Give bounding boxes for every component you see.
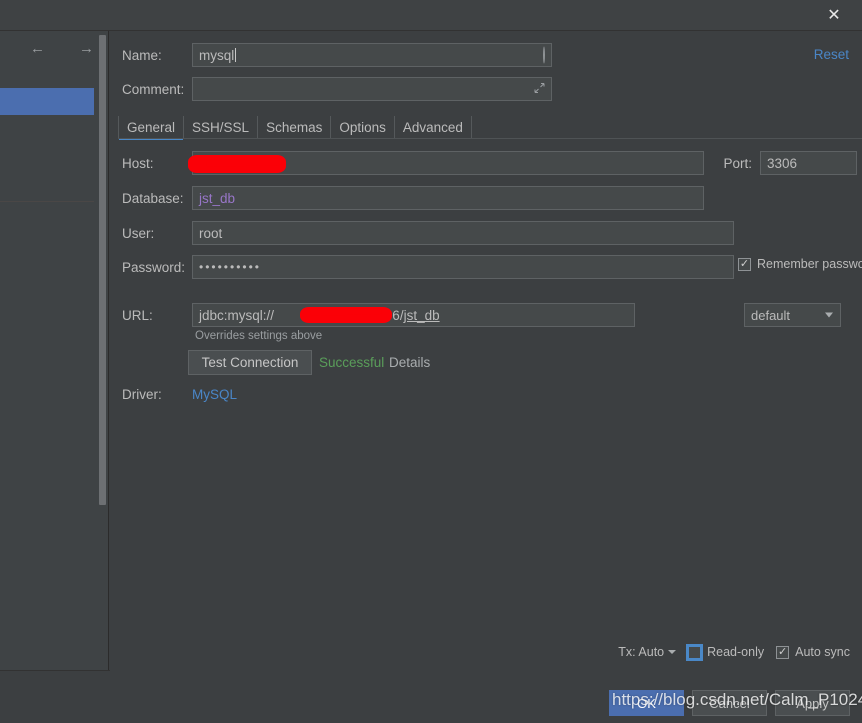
database-input[interactable]: jst_db <box>192 186 704 210</box>
port-input-value: 3306 <box>767 155 798 171</box>
comment-input[interactable] <box>192 77 552 101</box>
ok-button[interactable]: OK <box>609 690 684 716</box>
tab-general[interactable]: General <box>118 116 185 140</box>
auto-sync-checkbox[interactable]: ✓ <box>776 645 790 659</box>
host-input[interactable] <box>192 151 704 175</box>
password-input[interactable]: •••••••••• <box>192 255 734 279</box>
comment-row: Comment: <box>122 77 552 101</box>
chevron-down-icon <box>668 650 677 654</box>
overrides-note: Overrides settings above <box>195 330 323 342</box>
expand-icon[interactable] <box>534 82 545 97</box>
url-row: URL: jdbc:mysql:// :3306/jst_db <box>122 303 635 327</box>
left-sidebar-panel: ← → <box>0 31 109 670</box>
tab-general-label: General <box>127 120 176 135</box>
tab-options[interactable]: Options <box>331 116 395 139</box>
user-input-value: root <box>199 225 223 241</box>
name-row: Name: mysql <box>122 43 552 67</box>
test-connection-button[interactable]: Test Connection <box>188 350 312 375</box>
test-status-text: Successful <box>319 355 385 370</box>
driver-row: Driver: MySQL <box>122 387 237 402</box>
app-root: ✕ ← → Reset Name: mysql Comment: General… <box>0 0 862 723</box>
driver-label: Driver: <box>122 387 162 402</box>
database-label: Database: <box>122 190 184 206</box>
auto-sync-label: Auto sync <box>795 645 850 659</box>
url-prefix: jdbc:mysql:// <box>199 307 275 323</box>
tab-strip: General SSH/SSL Schemas Options Advanced <box>118 116 472 140</box>
password-row: Password: •••••••••• <box>122 255 734 279</box>
bottom-options-bar: Tx: Auto Read-only ✓ Auto sync <box>110 639 862 665</box>
port-input[interactable]: 3306 <box>760 151 857 175</box>
port-label: Port: <box>723 155 752 171</box>
arrow-left-icon[interactable]: ← <box>30 41 45 56</box>
expand-icon-svg <box>534 83 545 93</box>
arrow-right-icon[interactable]: → <box>79 41 94 56</box>
title-bar: ✕ <box>0 0 862 31</box>
host-label: Host: <box>122 155 154 171</box>
tab-separator-line <box>118 138 862 139</box>
tab-ssh-ssl[interactable]: SSH/SSL <box>184 116 259 139</box>
tx-mode-select[interactable]: Tx: Auto <box>618 645 677 659</box>
close-icon[interactable]: ✕ <box>812 0 856 31</box>
auto-sync-option: ✓ Auto sync <box>776 645 850 659</box>
password-input-value: •••••••••• <box>199 260 262 274</box>
database-row: Database: jst_db <box>122 186 704 210</box>
tab-ssh-ssl-label: SSH/SSL <box>192 120 250 135</box>
sidebar-navigation: ← → <box>30 36 94 60</box>
tx-mode-label: Tx: Auto <box>618 645 665 659</box>
test-details-link[interactable]: Details <box>389 355 430 370</box>
circle-icon[interactable] <box>543 46 545 64</box>
tab-schemas[interactable]: Schemas <box>258 116 332 139</box>
user-row: User: root <box>122 221 734 245</box>
sidebar-scrollbar[interactable] <box>99 35 106 505</box>
tab-schemas-label: Schemas <box>266 120 323 135</box>
url-scheme-select[interactable]: default <box>744 303 841 327</box>
remember-password-row: ✓ Remember password <box>738 257 862 271</box>
driver-link[interactable]: MySQL <box>192 387 237 402</box>
name-label: Name: <box>122 47 162 63</box>
url-database-name: jst_db <box>403 307 440 323</box>
name-input[interactable]: mysql <box>192 43 552 67</box>
host-row: Host: <box>122 151 704 175</box>
read-only-label: Read-only <box>707 645 765 659</box>
port-row: Port: 3306 <box>714 151 857 175</box>
sidebar-divider <box>0 201 94 202</box>
cancel-button[interactable]: Cancel <box>692 690 767 716</box>
database-input-value: jst_db <box>199 190 236 206</box>
comment-label: Comment: <box>122 81 185 97</box>
remember-password-label: Remember password <box>757 257 862 271</box>
apply-button[interactable]: Apply <box>775 690 850 716</box>
url-port-suffix: :3306/ <box>366 307 404 323</box>
url-scheme-select-value: default <box>751 307 791 323</box>
tab-options-label: Options <box>339 120 386 135</box>
user-label: User: <box>122 225 155 241</box>
dialog-button-bar: OK Cancel Apply <box>110 686 862 720</box>
chevron-down-icon <box>825 312 833 318</box>
url-label: URL: <box>122 307 153 323</box>
password-label: Password: <box>122 259 186 275</box>
read-only-checkbox[interactable] <box>686 643 704 661</box>
user-input[interactable]: root <box>192 221 734 245</box>
sidebar-selected-item[interactable] <box>0 88 94 115</box>
remember-password-checkbox[interactable]: ✓ <box>738 257 751 271</box>
tab-advanced-label: Advanced <box>402 120 463 135</box>
url-input[interactable]: jdbc:mysql:// :3306/jst_db <box>192 303 635 327</box>
tab-advanced[interactable]: Advanced <box>395 116 472 139</box>
name-input-value: mysql <box>199 47 235 63</box>
data-source-dialog: Reset Name: mysql Comment: General SSH/S… <box>110 31 862 723</box>
reset-link[interactable]: Reset <box>814 47 849 62</box>
read-only-option: Read-only <box>686 643 765 661</box>
